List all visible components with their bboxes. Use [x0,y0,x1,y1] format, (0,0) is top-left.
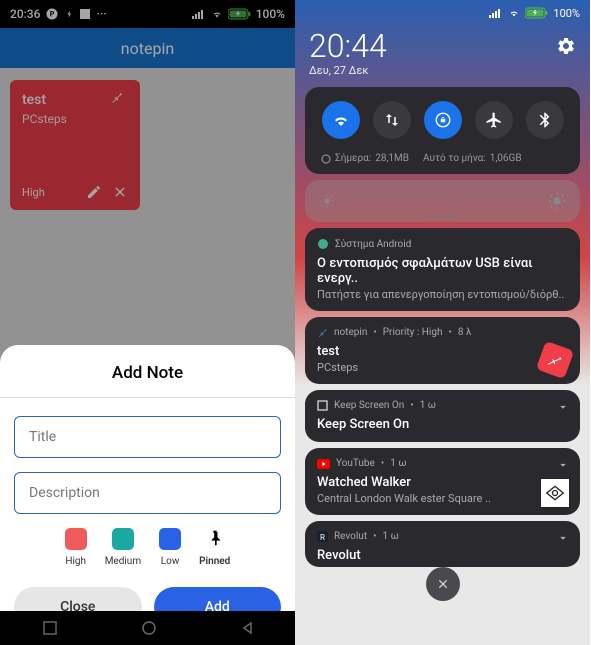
revolut-icon: R [317,531,328,542]
qs-data[interactable] [373,101,411,139]
sheet-title: Add Note [14,363,281,397]
qs-wifi[interactable] [322,101,360,139]
swatch-high [65,528,87,550]
wifi-icon [507,8,521,18]
divider [0,397,295,398]
recents-icon[interactable] [43,621,57,635]
svg-text:R: R [320,533,325,542]
signal-icon [489,8,503,18]
gear-icon[interactable] [556,36,576,56]
left-phone: 20:36 P ··· 100% notepin test PCsteps Hi… [0,0,295,645]
battery-icon [525,7,549,19]
qs-lock[interactable] [424,101,462,139]
status-bar: 100% [295,0,590,26]
clock-date: Δευ, 27 Δεκ [309,64,387,77]
home-icon[interactable] [142,621,156,635]
pin-icon [317,327,328,338]
back-icon[interactable] [241,621,253,635]
priority-selector: High Medium Low Pinned [14,528,281,567]
add-note-sheet: Add Note Title Description High Medium L… [0,345,295,645]
brightness-slider[interactable] [305,180,580,222]
quick-settings: Σήμερα: 28,1MB Αυτό το μήνα: 1,06GB [305,87,580,174]
brightness-low-icon [319,193,335,209]
title-input[interactable]: Title [14,416,281,458]
right-phone: 100% 20:44 Δευ, 27 Δεκ Σήμερα: 28,1MB Αυ… [295,0,590,645]
swatch-medium [112,528,134,550]
battery-pct: 100% [553,7,580,20]
nav-bar [0,611,295,645]
notif-keep-screen-on[interactable]: Keep Screen On • 1 ω Keep Screen On [305,390,580,442]
qs-bluetooth[interactable] [526,101,564,139]
clock-time: 20:44 [309,30,387,62]
qs-airplane[interactable] [475,101,513,139]
priority-low[interactable]: Low [159,528,181,567]
priority-pinned[interactable]: Pinned [199,528,230,567]
pin-icon [205,528,225,550]
chevron-down-icon[interactable] [556,400,570,414]
qs-data-usage: Σήμερα: 28,1MB Αυτό το μήνα: 1,06GB [315,149,570,164]
clear-all-button[interactable] [426,567,460,601]
swatch-low [159,528,181,550]
notif-notepin[interactable]: notepin • Priority : High • 8 λ test PCs… [305,317,580,384]
brightness-high-icon [548,192,566,210]
square-icon [317,400,328,411]
chevron-down-icon[interactable] [556,458,570,472]
android-icon [317,238,329,250]
description-input[interactable]: Description [14,472,281,514]
chevron-down-icon[interactable] [556,531,570,545]
drag-handle[interactable] [429,216,457,219]
ns-header: 20:44 Δευ, 27 Δεκ [295,26,590,87]
eye-badge [540,478,570,508]
notif-android-system[interactable]: Σύστημα Android Ο εντοπισμός σφαλμάτων U… [305,228,580,311]
youtube-icon [317,459,330,469]
notif-revolut[interactable]: R Revolut • 1 ω Revolut [305,521,580,567]
priority-medium[interactable]: Medium [105,528,141,567]
circle-icon [321,154,331,164]
priority-high[interactable]: High [65,528,87,567]
notif-youtube[interactable]: YouTube • 1 ω Watched Walker Central Lon… [305,448,580,515]
